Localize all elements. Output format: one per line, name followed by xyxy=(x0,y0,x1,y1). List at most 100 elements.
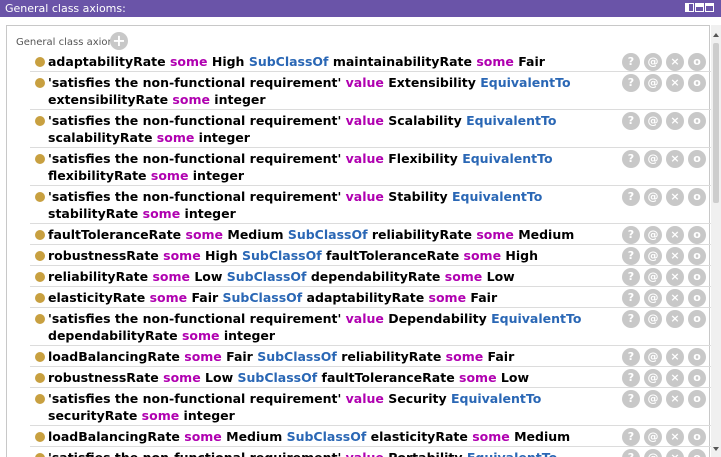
edit-icon[interactable]: o xyxy=(688,150,706,168)
edit-icon[interactable]: o xyxy=(688,289,706,307)
entity-token: integer xyxy=(180,206,236,221)
vertical-scrollbar[interactable] xyxy=(711,25,721,457)
edit-icon[interactable]: o xyxy=(688,390,706,408)
explain-icon[interactable]: ? xyxy=(622,428,640,446)
class-expression-icon xyxy=(35,432,45,442)
scroll-up-icon[interactable] xyxy=(713,33,719,37)
axiom-row[interactable]: 'satisfies the non-functional requiremen… xyxy=(30,72,711,110)
annotate-icon[interactable]: @ xyxy=(644,112,662,130)
annotate-icon[interactable]: @ xyxy=(644,53,662,71)
entity-token: Low xyxy=(205,370,238,385)
explain-icon[interactable]: ? xyxy=(622,310,640,328)
delete-icon[interactable]: × xyxy=(666,428,684,446)
explain-icon[interactable]: ? xyxy=(622,390,640,408)
explain-icon[interactable]: ? xyxy=(622,348,640,366)
delete-icon[interactable]: × xyxy=(666,188,684,206)
row-actions: ?@×o xyxy=(622,369,706,387)
annotate-icon[interactable]: @ xyxy=(644,449,662,457)
explain-icon[interactable]: ? xyxy=(622,53,640,71)
edit-icon[interactable]: o xyxy=(688,188,706,206)
delete-icon[interactable]: × xyxy=(666,53,684,71)
keyword-token: value xyxy=(345,113,384,128)
axiom-row[interactable]: robustnessRate some Low SubClassOf fault… xyxy=(30,367,711,388)
annotate-icon[interactable]: @ xyxy=(644,247,662,265)
explain-icon[interactable]: ? xyxy=(622,112,640,130)
annotate-icon[interactable]: @ xyxy=(644,150,662,168)
edit-icon[interactable]: o xyxy=(688,369,706,387)
axiom-row[interactable]: loadBalancingRate some Medium SubClassOf… xyxy=(30,426,711,447)
annotate-icon[interactable]: @ xyxy=(644,268,662,286)
annotate-icon[interactable]: @ xyxy=(644,369,662,387)
edit-icon[interactable]: o xyxy=(688,428,706,446)
axiom-row[interactable]: adaptabilityRate some High SubClassOf ma… xyxy=(30,51,711,72)
delete-icon[interactable]: × xyxy=(666,150,684,168)
edit-icon[interactable]: o xyxy=(688,268,706,286)
axiom-row[interactable]: elasticityRate some Fair SubClassOf adap… xyxy=(30,287,711,308)
scroll-thumb[interactable] xyxy=(713,43,719,203)
explain-icon[interactable]: ? xyxy=(622,289,640,307)
explain-icon[interactable]: ? xyxy=(622,188,640,206)
explain-icon[interactable]: ? xyxy=(622,74,640,92)
edit-icon[interactable]: o xyxy=(688,112,706,130)
explain-icon[interactable]: ? xyxy=(622,369,640,387)
delete-icon[interactable]: × xyxy=(666,112,684,130)
edit-icon[interactable]: o xyxy=(688,348,706,366)
entity-token: 'satisfies the non-functional requiremen… xyxy=(48,113,346,128)
explain-icon[interactable]: ? xyxy=(622,449,640,457)
edit-icon[interactable]: o xyxy=(688,226,706,244)
add-axiom-button[interactable]: + xyxy=(110,32,128,50)
delete-icon[interactable]: × xyxy=(666,268,684,286)
operator-token: SubClassOf xyxy=(241,248,322,263)
edit-icon[interactable]: o xyxy=(688,449,706,457)
delete-icon[interactable]: × xyxy=(666,310,684,328)
keyword-token: some xyxy=(158,248,206,263)
entity-token: Medium xyxy=(227,227,288,242)
delete-icon[interactable]: × xyxy=(666,390,684,408)
entity-token: extensibilityRate xyxy=(48,92,173,107)
explain-icon[interactable]: ? xyxy=(622,150,640,168)
explain-icon[interactable]: ? xyxy=(622,226,640,244)
edit-icon[interactable]: o xyxy=(688,310,706,328)
keyword-token: some xyxy=(181,328,220,343)
explain-icon[interactable]: ? xyxy=(622,268,640,286)
annotate-icon[interactable]: @ xyxy=(644,310,662,328)
axiom-row[interactable]: 'satisfies the non-functional requiremen… xyxy=(30,308,711,346)
axiom-row[interactable]: 'satisfies the non-functional requiremen… xyxy=(30,447,711,457)
entity-token: 'satisfies the non-functional requiremen… xyxy=(48,311,346,326)
delete-icon[interactable]: × xyxy=(666,247,684,265)
split-view-icon[interactable] xyxy=(685,3,694,12)
annotate-icon[interactable]: @ xyxy=(644,188,662,206)
edit-icon[interactable]: o xyxy=(688,247,706,265)
delete-icon[interactable]: × xyxy=(666,369,684,387)
annotate-icon[interactable]: @ xyxy=(644,390,662,408)
delete-icon[interactable]: × xyxy=(666,449,684,457)
explain-icon[interactable]: ? xyxy=(622,247,640,265)
minimize-view-icon[interactable] xyxy=(695,3,704,12)
axiom-row[interactable]: 'satisfies the non-functional requiremen… xyxy=(30,186,711,224)
annotate-icon[interactable]: @ xyxy=(644,428,662,446)
axiom-row[interactable]: 'satisfies the non-functional requiremen… xyxy=(30,110,711,148)
entity-token: 'satisfies the non-functional requiremen… xyxy=(48,450,346,457)
delete-icon[interactable]: × xyxy=(666,74,684,92)
delete-icon[interactable]: × xyxy=(666,226,684,244)
edit-icon[interactable]: o xyxy=(688,74,706,92)
annotate-icon[interactable]: @ xyxy=(644,289,662,307)
close-view-icon[interactable] xyxy=(705,3,714,12)
annotate-icon[interactable]: @ xyxy=(644,348,662,366)
axiom-row[interactable]: 'satisfies the non-functional requiremen… xyxy=(30,148,711,186)
annotate-icon[interactable]: @ xyxy=(644,226,662,244)
entity-token: securityRate xyxy=(48,408,142,423)
axiom-row[interactable]: faultToleranceRate some Medium SubClassO… xyxy=(30,224,711,245)
axiom-row[interactable]: loadBalancingRate some Fair SubClassOf r… xyxy=(30,346,711,367)
entity-token: Low xyxy=(496,370,530,385)
axiom-row[interactable]: reliabilityRate some Low SubClassOf depe… xyxy=(30,266,711,287)
scroll-down-icon[interactable] xyxy=(713,447,719,451)
row-actions: ? @ × o xyxy=(622,449,706,457)
edit-icon[interactable]: o xyxy=(688,53,706,71)
keyword-token: some xyxy=(476,227,514,242)
axiom-row[interactable]: 'satisfies the non-functional requiremen… xyxy=(30,388,711,426)
delete-icon[interactable]: × xyxy=(666,289,684,307)
axiom-row[interactable]: robustnessRate some High SubClassOf faul… xyxy=(30,245,711,266)
delete-icon[interactable]: × xyxy=(666,348,684,366)
annotate-icon[interactable]: @ xyxy=(644,74,662,92)
